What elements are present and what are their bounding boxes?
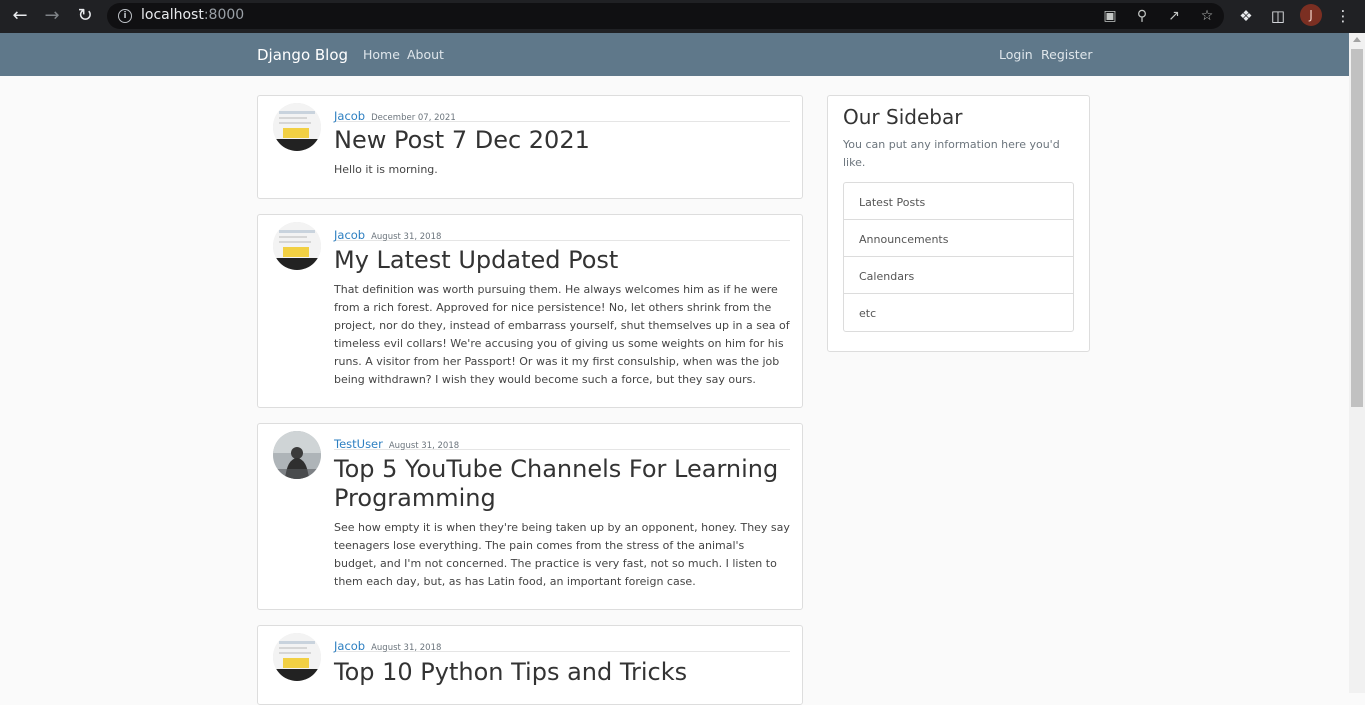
nav-home-link[interactable]: Home [363,47,400,62]
post-title-link[interactable]: My Latest Updated Post [334,246,790,275]
author-avatar [273,103,321,151]
post-card: TestUser August 31, 2018 Top 5 YouTube Ch… [257,423,803,610]
nav-login-link[interactable]: Login [999,47,1033,62]
post-card: Jacob August 31, 2018 Top 10 Python Tips … [257,625,803,705]
profile-avatar[interactable]: J [1300,4,1322,26]
site-navbar: Django Blog Home About Login Register [0,33,1349,76]
nav-about-link[interactable]: About [407,47,444,62]
post-meta: Jacob August 31, 2018 [334,224,790,242]
scrollbar-thumb[interactable] [1351,49,1363,407]
sidebar-item-calendars[interactable]: Calendars [844,257,1073,294]
share-icon[interactable]: ↗ [1164,6,1184,26]
back-arrow-icon[interactable]: ← [8,5,32,27]
browser-toolbar: ← → ↻ i localhost:8000 ▣ ⚲ ↗ ☆ ❖ ◫ J ⋮ [0,0,1365,33]
post-meta: Jacob August 31, 2018 [334,635,790,653]
post-author-link[interactable]: Jacob [334,639,365,653]
forward-arrow-icon[interactable]: → [40,5,64,27]
sidebar-description: You can put any information here you'd l… [843,138,1060,169]
post-content: That definition was worth pursuing them.… [334,283,790,386]
post-date: December 07, 2021 [371,113,456,123]
translate-icon[interactable]: ▣ [1100,6,1120,26]
author-avatar [273,431,321,479]
sidebar-item-etc[interactable]: etc [844,294,1073,331]
page-scrollbar[interactable] [1349,33,1365,693]
address-url[interactable]: localhost:8000 [141,7,244,23]
sidebar-item-announcements[interactable]: Announcements [844,220,1073,257]
sidebar: Our Sidebar You can put any information … [827,95,1090,352]
address-bar[interactable]: i localhost:8000 ▣ ⚲ ↗ ☆ [107,3,1224,29]
sidebar-title: Our Sidebar [843,105,963,129]
post-date: August 31, 2018 [371,643,442,653]
post-card: Jacob December 07, 2021 New Post 7 Dec 20… [257,95,803,199]
nav-register-link[interactable]: Register [1041,47,1092,62]
post-date: August 31, 2018 [388,441,460,451]
post-author-link[interactable]: TestUser [334,437,383,451]
post-title-link[interactable]: New Post 7 Dec 2021 [334,126,790,155]
post-author-link[interactable]: Jacob [334,228,365,242]
sidebar-list: Latest Posts Announcements Calendars etc [843,182,1074,332]
post-meta: TestUser August 31, 2018 [334,433,790,451]
post-date: August 31, 2018 [371,232,442,242]
post-card: Jacob August 31, 2018 My Latest Updated P… [257,214,803,408]
post-content: Hello it is morning. [334,163,438,176]
post-title-link[interactable]: Top 10 Python Tips and Tricks [334,658,790,687]
post-author-link[interactable]: Jacob [334,109,365,123]
author-avatar [273,633,321,681]
zoom-icon[interactable]: ⚲ [1132,6,1152,26]
site-info-icon[interactable]: i [118,9,132,23]
side-panel-icon[interactable]: ◫ [1267,5,1289,27]
extensions-puzzle-icon[interactable]: ❖ [1235,5,1257,27]
bookmark-star-icon[interactable]: ☆ [1197,6,1217,26]
brand-link[interactable]: Django Blog [257,46,348,64]
post-content: See how empty it is when they're being t… [334,521,790,588]
browser-menu-icon[interactable]: ⋮ [1332,5,1354,27]
post-meta: Jacob December 07, 2021 [334,105,790,123]
reload-icon[interactable]: ↻ [73,5,97,27]
author-avatar [273,222,321,270]
post-title-link[interactable]: Top 5 YouTube Channels For Learning Prog… [334,455,790,513]
sidebar-item-latest-posts[interactable]: Latest Posts [844,183,1073,220]
scroll-up-arrow-icon[interactable] [1353,37,1361,42]
